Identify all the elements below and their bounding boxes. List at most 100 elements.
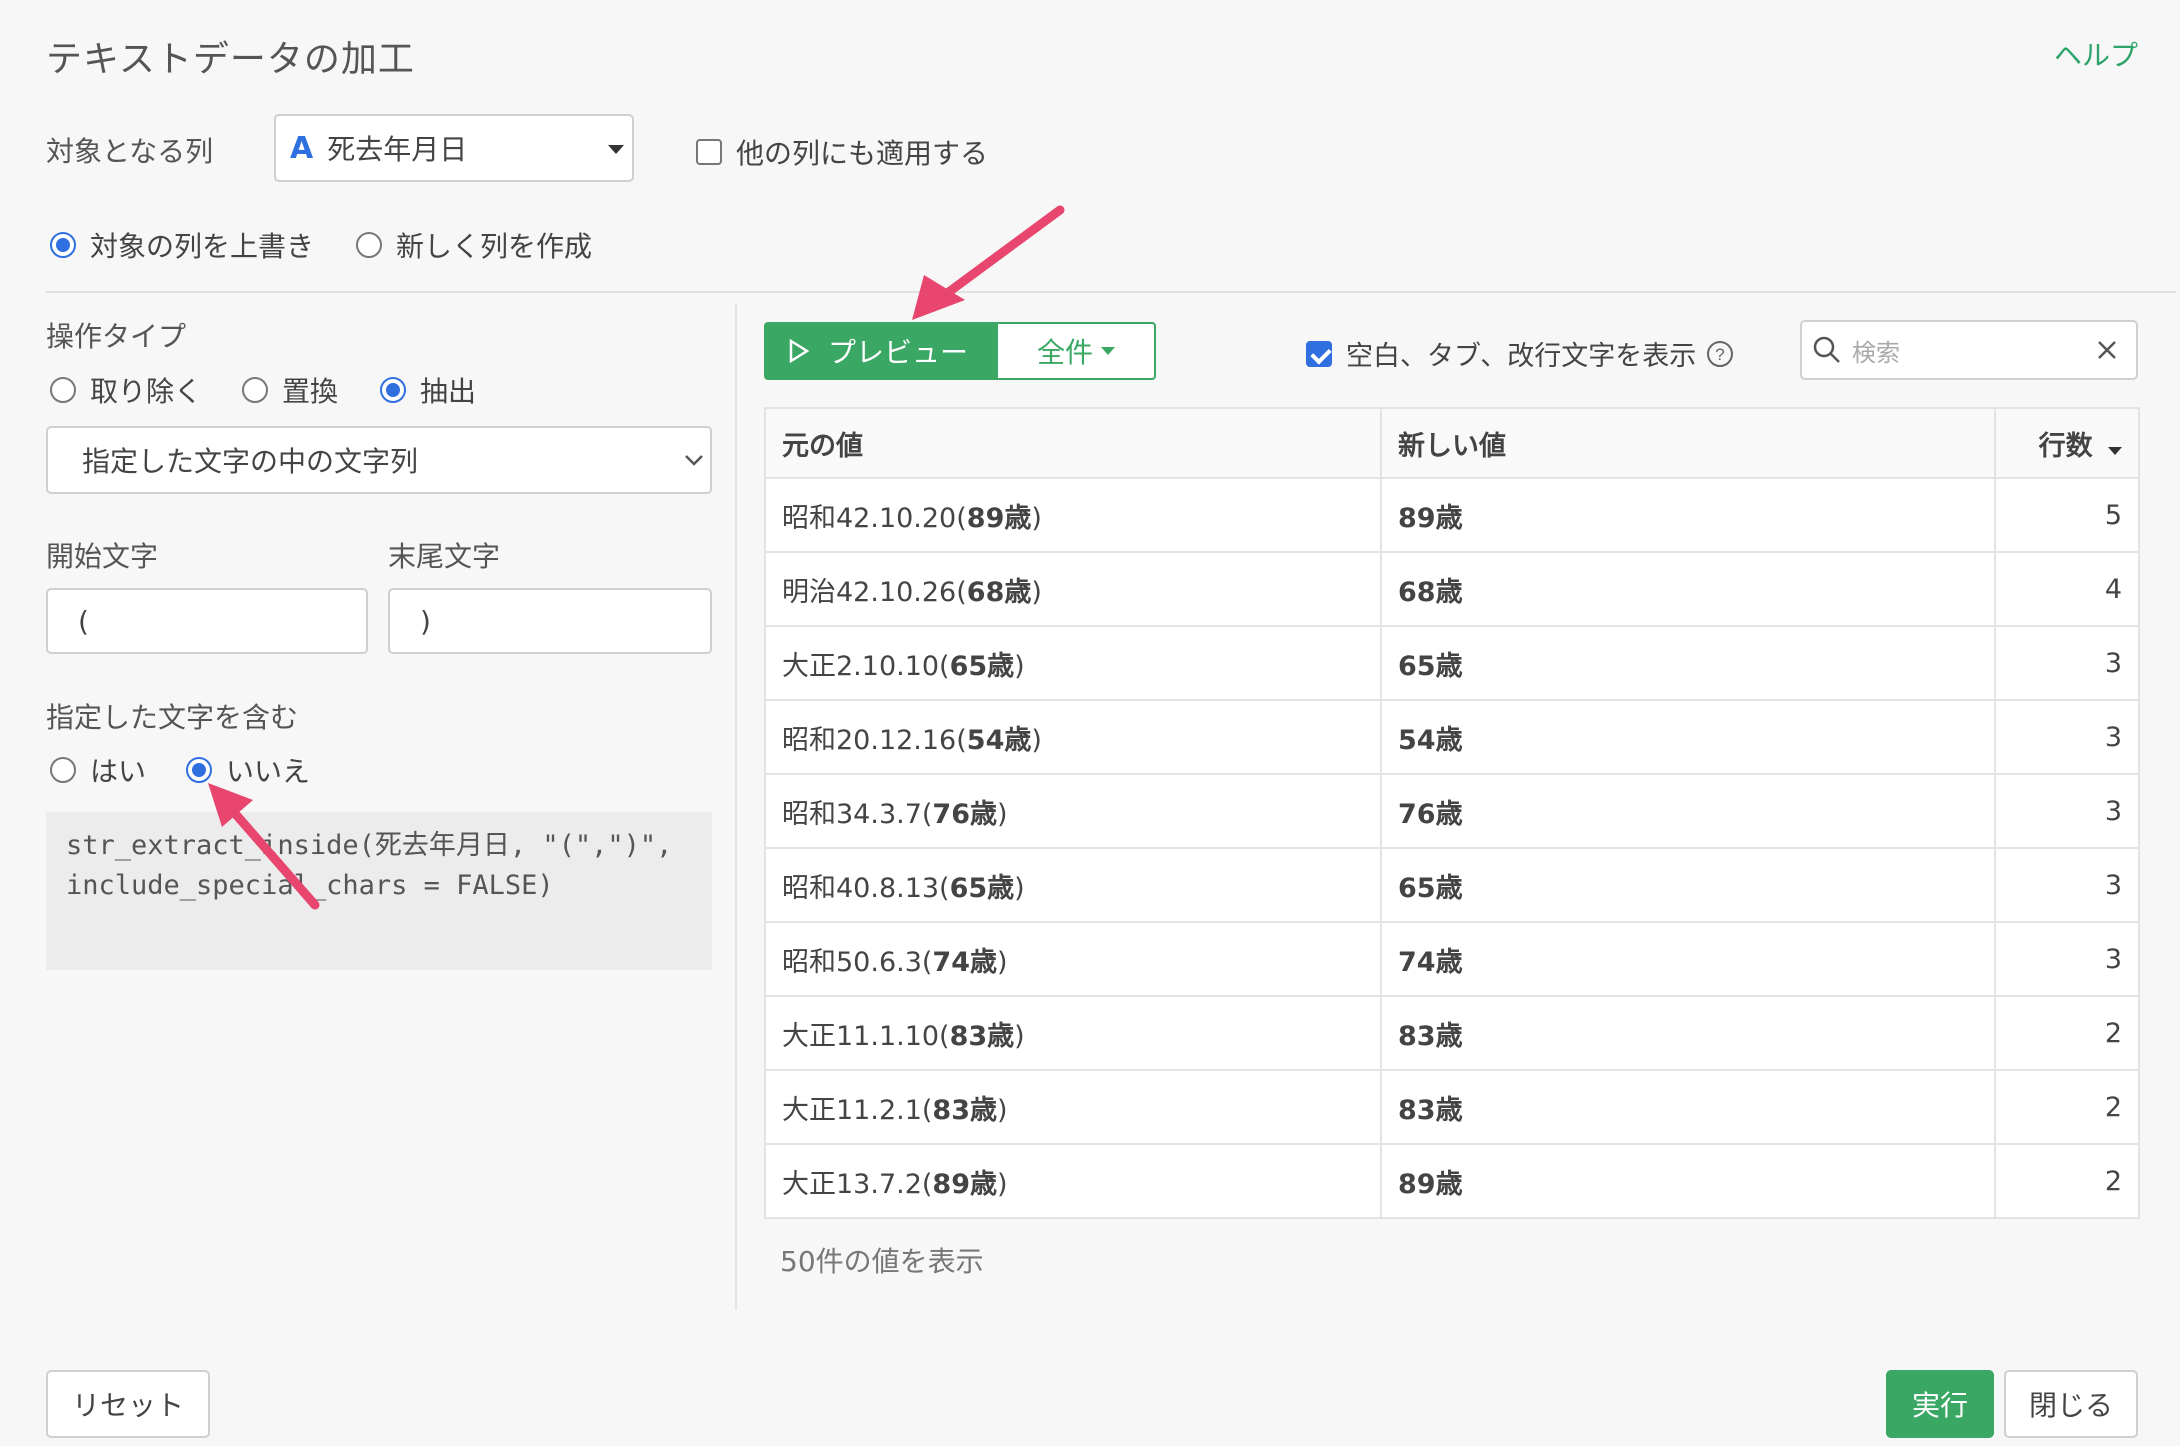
new-value-cell: 89歳 — [1380, 477, 1996, 553]
original-value-cell: 昭和40.8.13(65歳) — [764, 847, 1382, 923]
original-value-match: 65歳 — [949, 650, 1015, 682]
op-replace-option[interactable]: 置換 — [242, 370, 338, 410]
op-remove-radio[interactable] — [50, 377, 76, 403]
row-count-cell: 3 — [1994, 847, 2140, 923]
start-char-input[interactable]: ( — [46, 588, 368, 654]
original-value-cell: 昭和34.3.7(76歳) — [764, 773, 1382, 849]
row-count-cell: 3 — [1994, 625, 2140, 701]
original-value-match: 83歳 — [949, 1020, 1015, 1052]
original-value-suffix: ) — [997, 798, 1008, 830]
original-value-cell: 昭和42.10.20(89歳) — [764, 477, 1382, 553]
new-column-option[interactable]: 新しく列を作成 — [356, 225, 592, 265]
all-rows-dropdown[interactable]: 全件 — [996, 322, 1156, 380]
original-value-suffix: ) — [1031, 502, 1042, 534]
row-count-cell: 2 — [1994, 1069, 2140, 1145]
end-char-label: 末尾文字 — [388, 540, 501, 573]
original-value-prefix: 昭和34.3.7( — [782, 798, 933, 830]
help-link[interactable]: ヘルプ — [2054, 34, 2138, 74]
op-extract-option[interactable]: 抽出 — [380, 370, 476, 410]
original-value-prefix: 大正13.7.2( — [782, 1168, 933, 1200]
table-row: 明治42.10.26(68歳) 68歳 4 — [764, 551, 2140, 627]
overwrite-option[interactable]: 対象の列を上書き — [50, 225, 314, 265]
new-value-header[interactable]: 新しい値 — [1380, 407, 1996, 479]
include-yes-label: はい — [90, 755, 147, 788]
search-icon — [1813, 336, 1840, 363]
original-value-match: 65歳 — [949, 872, 1015, 904]
help-circle-icon[interactable]: ? — [1706, 340, 1734, 368]
new-column-label: 新しく列を作成 — [396, 230, 593, 263]
overwrite-label: 対象の列を上書き — [90, 230, 315, 263]
include-no-label: いいえ — [226, 755, 311, 788]
row-count-header-label: 行数 — [2038, 430, 2093, 462]
include-yes-option[interactable]: はい — [50, 750, 146, 790]
original-value-prefix: 昭和42.10.20( — [782, 502, 967, 534]
table-row: 大正13.7.2(89歳) 89歳 2 — [764, 1143, 2140, 1219]
overwrite-radio[interactable] — [50, 232, 76, 258]
preview-table: 元の値 新しい値 行数 昭和42.10.20(89歳) 89歳 5 明治42.10.2… — [764, 407, 2140, 1219]
original-value-match: 54歳 — [966, 724, 1032, 756]
dialog-title: テキストデータの加工 — [46, 39, 415, 80]
search-box[interactable]: 検索 — [1800, 320, 2138, 380]
include-no-option[interactable]: いいえ — [186, 750, 310, 790]
generated-code: str_extract_inside(死去年月日, "(",")", inclu… — [46, 812, 712, 970]
end-char-input[interactable]: ) — [388, 588, 712, 654]
apply-other-checkbox[interactable] — [696, 139, 722, 165]
close-icon[interactable] — [2096, 339, 2118, 361]
original-value-match: 68歳 — [966, 576, 1032, 608]
extract-method-value: 指定した文字の中の文字列 — [82, 445, 419, 478]
include-yes-radio[interactable] — [50, 757, 76, 783]
target-column-select[interactable]: A 死去年月日 — [274, 114, 634, 182]
table-row: 大正11.1.10(83歳) 83歳 2 — [764, 995, 2140, 1071]
preview-button[interactable]: プレビュー — [764, 322, 996, 380]
table-row: 昭和34.3.7(76歳) 76歳 3 — [764, 773, 2140, 849]
new-value-cell: 65歳 — [1380, 847, 1996, 923]
search-input[interactable]: 検索 — [1852, 333, 2096, 368]
target-column-label: 対象となる列 — [46, 135, 214, 168]
close-button[interactable]: 閉じる — [2004, 1370, 2138, 1438]
extract-method-select[interactable]: 指定した文字の中の文字列 — [46, 426, 712, 494]
original-value-prefix: 昭和40.8.13( — [782, 872, 950, 904]
row-count-cell: 3 — [1994, 699, 2140, 775]
table-row: 昭和50.6.3(74歳) 74歳 3 — [764, 921, 2140, 997]
show-whitespace-option[interactable]: 空白、タブ、改行文字を表示 ? — [1306, 334, 1734, 373]
original-value-match: 76歳 — [932, 798, 997, 830]
original-value-cell: 大正11.1.10(83歳) — [764, 995, 1382, 1071]
table-row: 昭和42.10.20(89歳) 89歳 5 — [764, 477, 2140, 553]
original-value-prefix: 昭和50.6.3( — [782, 946, 933, 978]
original-value-suffix: ) — [997, 1168, 1008, 1200]
play-icon — [789, 339, 810, 363]
row-count-cell: 2 — [1994, 1143, 2140, 1219]
chevron-down-icon — [685, 455, 703, 466]
caret-down-icon — [2108, 446, 2122, 455]
include-no-radio[interactable] — [186, 757, 212, 783]
new-column-radio[interactable] — [356, 232, 382, 258]
reset-button[interactable]: リセット — [46, 1370, 210, 1438]
show-whitespace-checkbox[interactable] — [1306, 340, 1332, 367]
table-row: 昭和40.8.13(65歳) 65歳 3 — [764, 847, 2140, 923]
original-value-prefix: 明治42.10.26( — [782, 576, 967, 608]
original-value-suffix: ) — [1031, 576, 1042, 608]
op-replace-label: 置換 — [282, 375, 339, 408]
row-count-header[interactable]: 行数 — [1994, 407, 2140, 479]
svg-text:?: ? — [1715, 345, 1724, 364]
original-value-header[interactable]: 元の値 — [764, 407, 1382, 479]
new-value-cell: 76歳 — [1380, 773, 1996, 849]
original-value-match: 83歳 — [932, 1094, 997, 1126]
op-extract-radio[interactable] — [380, 377, 406, 403]
op-extract-label: 抽出 — [420, 375, 477, 408]
original-value-cell: 大正13.7.2(89歳) — [764, 1143, 1382, 1219]
show-whitespace-label: 空白、タブ、改行文字を表示 — [1346, 341, 1697, 372]
original-value-cell: 大正11.2.1(83歳) — [764, 1069, 1382, 1145]
new-value-cell: 68歳 — [1380, 551, 1996, 627]
new-value-cell: 54歳 — [1380, 699, 1996, 775]
apply-other-columns-option[interactable]: 他の列にも適用する — [696, 132, 988, 172]
original-value-cell: 明治42.10.26(68歳) — [764, 551, 1382, 627]
run-button[interactable]: 実行 — [1886, 1370, 1994, 1438]
op-replace-radio[interactable] — [242, 377, 268, 403]
op-remove-option[interactable]: 取り除く — [50, 370, 202, 410]
original-value-cell: 昭和20.12.16(54歳) — [764, 699, 1382, 775]
divider — [46, 291, 2176, 293]
original-value-suffix: ) — [997, 1094, 1008, 1126]
start-char-label: 開始文字 — [46, 540, 159, 573]
caret-down-icon — [1101, 347, 1115, 355]
